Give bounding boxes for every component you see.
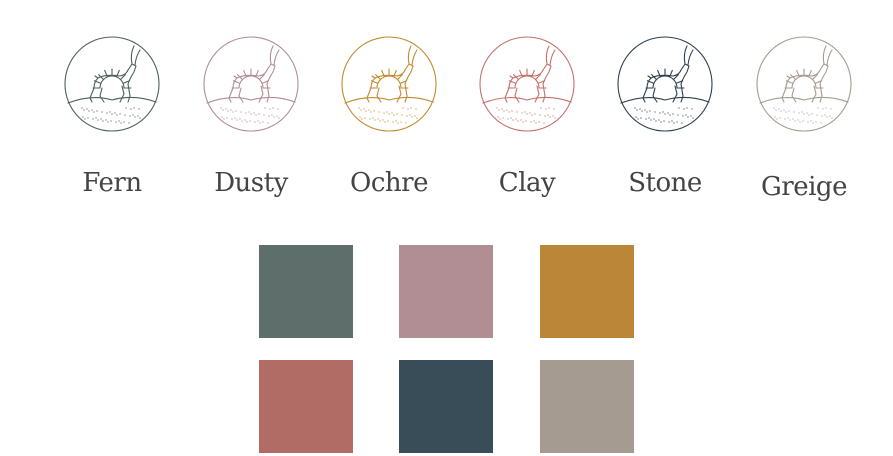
antelope-emblem-icon-dusty [201, 34, 301, 134]
antelope-emblem-icon-clay [477, 34, 577, 134]
color-label-greige: Greige [761, 172, 847, 202]
antelope-emblem-icon-fern [62, 34, 162, 134]
color-label-clay: Clay [498, 168, 556, 198]
color-label-dusty: Dusty [214, 168, 288, 198]
color-swatch-dusty [399, 245, 493, 338]
antelope-emblem-icon-stone [615, 34, 715, 134]
color-label-stone: Stone [628, 168, 702, 198]
color-swatch-fern [259, 245, 353, 338]
color-swatch-clay [259, 360, 353, 453]
color-swatch-ochre [540, 245, 634, 338]
color-label-ochre: Ochre [350, 168, 428, 198]
antelope-emblem-icon-ochre [339, 34, 439, 134]
color-label-fern: Fern [82, 168, 142, 198]
color-swatch-greige [540, 360, 634, 453]
antelope-emblem-icon-greige [754, 34, 854, 134]
color-swatch-stone [399, 360, 493, 453]
